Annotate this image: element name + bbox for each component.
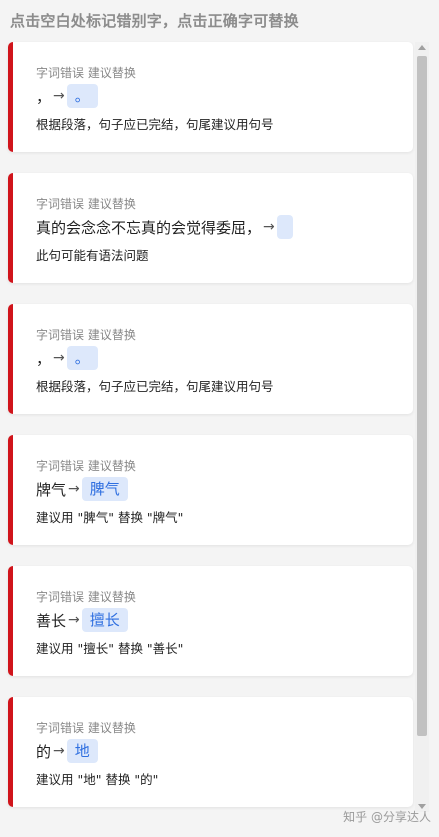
suggestion-description: 建议用 "脾气" 替换 "牌气"	[36, 510, 184, 525]
replacement-button[interactable]: 擅长	[81, 608, 128, 632]
scroll-up-arrow-icon[interactable]	[418, 45, 426, 50]
correction-line: 的 → 地	[36, 739, 98, 763]
suggestion-description: 建议用 "地" 替换 "的"	[36, 772, 159, 787]
original-text: 善长	[36, 611, 67, 630]
correction-line: ， → 。	[36, 346, 98, 370]
suggestion-card[interactable]: 字词错误 建议替换 ， → 。 根据段落，句子应已完结，句尾建议用句号	[8, 42, 413, 152]
arrow-right-icon: →	[53, 743, 65, 759]
suggestion-card[interactable]: 字词错误 建议替换 的 → 地 建议用 "地" 替换 "的"	[8, 697, 413, 807]
error-type-label: 字词错误 建议替换	[36, 459, 136, 473]
scrollbar-thumb[interactable]	[417, 56, 427, 736]
arrow-right-icon: →	[263, 219, 275, 235]
arrow-right-icon: →	[53, 350, 65, 366]
suggestion-card[interactable]: 字词错误 建议替换 ， → 。 根据段落，句子应已完结，句尾建议用句号	[8, 304, 413, 414]
original-text: 真的会念念不忘真的会觉得委屈，	[36, 218, 262, 237]
original-text: 牌气	[36, 480, 67, 499]
suggestion-card[interactable]: 字词错误 建议替换 牌气 → 脾气 建议用 "脾气" 替换 "牌气"	[8, 435, 413, 545]
error-marker-bar	[8, 304, 13, 414]
replacement-button[interactable]: 地	[66, 739, 98, 763]
arrow-right-icon: →	[68, 481, 80, 497]
error-marker-bar	[8, 42, 13, 152]
suggestion-description: 此句可能有语法问题	[36, 248, 149, 263]
suggestion-card[interactable]: 字词错误 建议替换 真的会念念不忘真的会觉得委屈， → 此句可能有语法问题	[8, 173, 413, 283]
vertical-scrollbar[interactable]	[415, 42, 429, 812]
suggestion-description: 根据段落，句子应已完结，句尾建议用句号	[36, 379, 274, 394]
page-title: 点击空白处标记错别字，点击正确字可替换	[10, 12, 299, 30]
suggestion-card[interactable]: 字词错误 建议替换 善长 → 擅长 建议用 "擅长" 替换 "善长"	[8, 566, 413, 676]
correction-line: 善长 → 擅长	[36, 608, 128, 632]
replacement-button[interactable]: 。	[66, 84, 98, 108]
arrow-right-icon: →	[68, 612, 80, 628]
error-marker-bar	[8, 566, 13, 676]
error-marker-bar	[8, 697, 13, 807]
error-type-label: 字词错误 建议替换	[36, 197, 136, 211]
error-marker-bar	[8, 173, 13, 283]
error-type-label: 字词错误 建议替换	[36, 328, 136, 342]
correction-line: 真的会念念不忘真的会觉得委屈， →	[36, 215, 293, 239]
suggestion-description: 建议用 "擅长" 替换 "善长"	[36, 641, 184, 656]
original-text: ，	[36, 349, 52, 368]
correction-line: 牌气 → 脾气	[36, 477, 128, 501]
original-text: ，	[36, 87, 52, 106]
correction-line: ， → 。	[36, 84, 98, 108]
error-marker-bar	[8, 435, 13, 545]
replacement-button[interactable]: 。	[66, 346, 98, 370]
suggestion-description: 根据段落，句子应已完结，句尾建议用句号	[36, 117, 274, 132]
replacement-button[interactable]: 脾气	[81, 477, 128, 501]
error-type-label: 字词错误 建议替换	[36, 66, 136, 80]
error-type-label: 字词错误 建议替换	[36, 590, 136, 604]
error-type-label: 字词错误 建议替换	[36, 721, 136, 735]
arrow-right-icon: →	[53, 88, 65, 104]
watermark: 知乎 @分享达人	[343, 810, 431, 824]
original-text: 的	[36, 742, 52, 761]
replacement-button[interactable]	[276, 215, 293, 239]
